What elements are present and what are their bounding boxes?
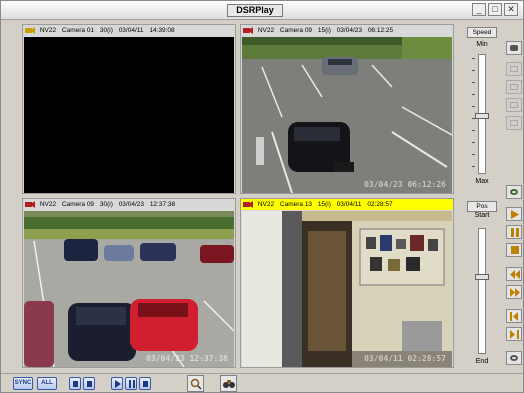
video-timestamp: 03/04/23 06:12:26 bbox=[364, 180, 446, 189]
tile-caption: NV22 Camera 09 30(i) 03/04/23 12:37:38 bbox=[23, 199, 235, 210]
position-slider-thumb[interactable] bbox=[475, 274, 489, 280]
fps-label: 30(i) bbox=[99, 27, 113, 34]
title-bar[interactable]: DSRPlay _ □ ✕ bbox=[1, 1, 523, 20]
disabled-button[interactable] bbox=[506, 116, 522, 130]
refresh-icon[interactable] bbox=[506, 185, 522, 199]
nv-label: NV22 bbox=[257, 27, 275, 34]
time-label: 12:37:38 bbox=[149, 201, 176, 208]
camera-label: Camera 09 bbox=[279, 27, 313, 34]
camera-label: Camera 01 bbox=[61, 27, 95, 34]
speed-min-label: Min bbox=[476, 41, 488, 48]
speed-tick-mark bbox=[472, 106, 475, 107]
disabled-button[interactable] bbox=[506, 98, 522, 112]
video-timestamp: 03/04/11 02:28:57 bbox=[364, 354, 446, 363]
nv-label: NV22 bbox=[39, 201, 57, 208]
camera-tile-3[interactable]: NV22 Camera 09 30(i) 03/04/23 12:37:38 0… bbox=[22, 198, 236, 368]
camera-label: Camera 13 bbox=[279, 201, 313, 208]
speed-tick-mark bbox=[472, 142, 475, 143]
camera-view: 03/04/11 02:28:57 bbox=[242, 211, 452, 367]
position-slider-track[interactable] bbox=[475, 228, 489, 354]
speed-button[interactable]: Speed bbox=[467, 27, 497, 38]
rewind-icon[interactable] bbox=[506, 267, 522, 281]
speed-max-label: Max bbox=[475, 178, 489, 185]
bottom-toolbar: SYNC ALL bbox=[1, 373, 523, 392]
quad-view-button[interactable] bbox=[83, 377, 95, 390]
nv-label: NV22 bbox=[39, 27, 57, 34]
tile-caption: NV22 Camera 09 15(i) 03/04/23 06:12:25 bbox=[241, 25, 453, 36]
step-forward-icon[interactable] bbox=[506, 327, 522, 341]
camera-tile-1[interactable]: NV22 Camera 01 30(i) 03/04/11 14:39:08 bbox=[22, 24, 236, 194]
position-start-label: Start bbox=[474, 212, 490, 219]
time-label: 06:12:25 bbox=[367, 27, 394, 34]
camera-icon bbox=[25, 26, 35, 34]
speed-tick-mark bbox=[472, 82, 475, 83]
camera-view: 03/04/23 12:37:38 bbox=[24, 211, 234, 367]
pause-icon[interactable] bbox=[506, 225, 522, 239]
all-button[interactable]: ALL bbox=[37, 377, 57, 390]
fps-label: 15(i) bbox=[317, 27, 331, 34]
camera-view: 03/04/23 06:12:26 bbox=[242, 37, 452, 193]
minimize-button[interactable]: _ bbox=[472, 3, 486, 16]
play-icon[interactable] bbox=[506, 207, 522, 221]
nv-label: NV22 bbox=[257, 201, 275, 208]
loop-icon[interactable] bbox=[506, 351, 522, 365]
time-label: 02:28:57 bbox=[367, 201, 393, 208]
step-back-icon[interactable] bbox=[506, 309, 522, 323]
search-tool-icon[interactable] bbox=[187, 375, 204, 392]
bottom-play-button[interactable] bbox=[111, 377, 123, 390]
speed-tick-mark bbox=[472, 58, 475, 59]
time-label: 14:39:08 bbox=[149, 27, 175, 34]
camera-icon bbox=[243, 200, 253, 208]
speed-slider-track[interactable] bbox=[475, 54, 489, 174]
dsrplay-window: DSRPlay _ □ ✕ NV22 Camera 01 30(i) 03/04… bbox=[0, 0, 524, 393]
bottom-stop-button[interactable] bbox=[139, 377, 151, 390]
disabled-button[interactable] bbox=[506, 80, 522, 94]
date-label: 03/04/11 bbox=[336, 201, 362, 208]
camera-icon bbox=[25, 200, 35, 208]
speed-tick-mark bbox=[472, 118, 475, 119]
camera-tile-2[interactable]: NV22 Camera 09 15(i) 03/04/23 06:12:25 0… bbox=[240, 24, 454, 194]
position-end-label: End bbox=[475, 358, 489, 365]
video-grid: NV22 Camera 01 30(i) 03/04/11 14:39:08 N… bbox=[22, 24, 457, 370]
camera-icon bbox=[243, 26, 253, 34]
hallway-scene bbox=[242, 211, 452, 367]
close-button[interactable]: ✕ bbox=[504, 3, 518, 16]
tile-caption: NV22 Camera 13 15(i) 03/04/11 02:28:57 bbox=[241, 199, 453, 210]
parking-lot-scene bbox=[24, 211, 234, 367]
speed-tick-mark bbox=[472, 70, 475, 71]
single-view-button[interactable] bbox=[69, 377, 81, 390]
video-timestamp: 03/04/23 12:37:38 bbox=[146, 354, 228, 363]
date-label: 03/04/23 bbox=[118, 201, 144, 208]
camera-tile-4[interactable]: NV22 Camera 13 15(i) 03/04/11 02:28:57 0… bbox=[240, 198, 454, 368]
binoculars-icon[interactable] bbox=[220, 375, 237, 392]
date-label: 03/04/23 bbox=[336, 27, 362, 34]
speed-tick-mark bbox=[472, 166, 475, 167]
fps-label: 30(i) bbox=[99, 201, 113, 208]
speed-slider-thumb[interactable] bbox=[475, 113, 489, 119]
speed-tick-mark bbox=[472, 94, 475, 95]
bottom-pause-button[interactable] bbox=[125, 377, 137, 390]
camera-view bbox=[24, 37, 234, 193]
camera-label: Camera 09 bbox=[61, 201, 95, 208]
fast-forward-icon[interactable] bbox=[506, 285, 522, 299]
maximize-button[interactable]: □ bbox=[488, 3, 502, 16]
window-title: DSRPlay bbox=[227, 4, 283, 17]
right-icon-column bbox=[506, 24, 524, 370]
date-label: 03/04/11 bbox=[118, 27, 144, 34]
record-button[interactable] bbox=[506, 41, 522, 55]
playback-side-panel: Speed Min Max Pos Start End bbox=[463, 24, 501, 370]
position-button[interactable]: Pos bbox=[467, 201, 497, 212]
parking-lot-scene bbox=[242, 37, 452, 193]
sync-button[interactable]: SYNC bbox=[13, 377, 33, 390]
speed-tick-mark bbox=[472, 130, 475, 131]
fps-label: 15(i) bbox=[317, 201, 331, 208]
stop-icon[interactable] bbox=[506, 243, 522, 257]
speed-tick-mark bbox=[472, 154, 475, 155]
disabled-button[interactable] bbox=[506, 62, 522, 76]
tile-caption: NV22 Camera 01 30(i) 03/04/11 14:39:08 bbox=[23, 25, 235, 36]
